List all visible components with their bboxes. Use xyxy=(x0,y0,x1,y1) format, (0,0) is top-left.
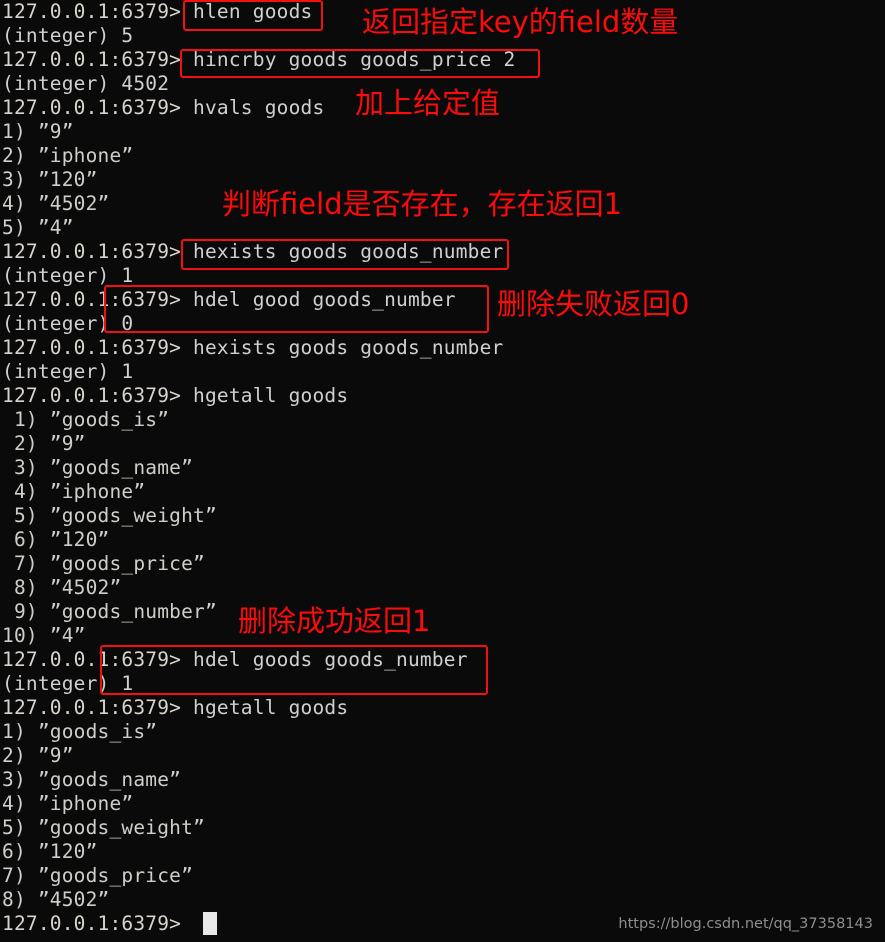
terminal-list-item: 2) ”9” xyxy=(2,744,74,768)
terminal-prompt: 127.0.0.1:6379> xyxy=(2,48,182,71)
terminal-command-text: hvals goods xyxy=(181,96,325,119)
terminal-list-item: 2) ”iphone” xyxy=(2,144,133,168)
list-item-text: 5) ”goods_weight” xyxy=(2,504,217,527)
response-text: (integer) 4502 xyxy=(2,72,170,95)
terminal-list-item: 4) ”iphone” xyxy=(2,480,145,504)
list-item-text: 10) ”4” xyxy=(2,624,86,647)
terminal-list-item: 6) ”120” xyxy=(2,840,98,864)
list-item-text: 4) ”iphone” xyxy=(2,792,134,815)
terminal-prompt: 127.0.0.1:6379> xyxy=(2,912,182,935)
terminal-response-line: (integer) 4502 xyxy=(2,72,169,96)
terminal-list-item: 8) ”4502” xyxy=(2,576,121,600)
terminal-list-item: 3) ”goods_name” xyxy=(2,768,181,792)
list-item-text: 7) ”goods_price” xyxy=(2,552,205,575)
terminal-prompt: 127.0.0.1:6379> xyxy=(2,696,182,719)
response-text: (integer) 1 xyxy=(2,672,134,695)
list-item-text: 7) ”goods_price” xyxy=(2,864,194,887)
list-item-text: 2) ”9” xyxy=(2,744,74,767)
terminal-list-item: 3) ”120” xyxy=(2,168,98,192)
response-text: (integer) 5 xyxy=(2,24,134,47)
hexists-note: 判断field是否存在，存在返回1 xyxy=(222,187,623,221)
response-text: (integer) 1 xyxy=(2,264,134,287)
list-item-text: 8) ”4502” xyxy=(2,888,110,911)
terminal-list-item: 5) ”goods_weight” xyxy=(2,816,205,840)
terminal-list-item: 3) ”goods_name” xyxy=(2,456,193,480)
terminal-command-line[interactable]: 127.0.0.1:6379> hgetall goods xyxy=(2,384,348,408)
terminal-response-line: (integer) 5 xyxy=(2,24,133,48)
terminal-list-item: 5) ”4” xyxy=(2,216,74,240)
terminal-command-line[interactable]: 127.0.0.1:6379> hexists goods goods_numb… xyxy=(2,240,504,264)
terminal-prompt: 127.0.0.1:6379> xyxy=(2,96,182,119)
terminal-command-line[interactable]: 127.0.0.1:6379> hgetall goods xyxy=(2,696,348,720)
terminal-prompt: 127.0.0.1:6379> xyxy=(2,0,182,23)
terminal-command-text: hdel goods goods_number xyxy=(181,648,468,671)
terminal-command-text: hincrby goods goods_price 2 xyxy=(181,48,516,71)
terminal-prompt: 127.0.0.1:6379> xyxy=(2,288,182,311)
terminal-list-item: 10) ”4” xyxy=(2,624,86,648)
list-item-text: 1) ”9” xyxy=(2,120,74,143)
list-item-text: 1) ”goods_is” xyxy=(2,408,170,431)
terminal-screenshot: 127.0.0.1:6379> hlen goods (integer) 5 127… xyxy=(0,0,885,942)
terminal-prompt: 127.0.0.1:6379> xyxy=(2,336,182,359)
terminal-list-item: 1) ”goods_is” xyxy=(2,408,169,432)
terminal-response-line: (integer) 1 xyxy=(2,672,133,696)
terminal-command-text: hexists goods goods_number xyxy=(181,336,504,359)
list-item-text: 3) ”goods_name” xyxy=(2,456,194,479)
list-item-text: 8) ”4502” xyxy=(2,576,122,599)
hincrby-note: 加上给定值 xyxy=(355,86,501,120)
terminal-list-item: 5) ”goods_weight” xyxy=(2,504,217,528)
terminal-command-text: hgetall goods xyxy=(181,384,349,407)
terminal-command-line[interactable]: 127.0.0.1:6379> xyxy=(2,912,181,936)
list-item-text: 5) ”goods_weight” xyxy=(2,816,205,839)
hdel-success-note: 删除成功返回1 xyxy=(238,604,431,638)
terminal-list-item: 4) ”iphone” xyxy=(2,792,133,816)
terminal-command-line[interactable]: 127.0.0.1:6379> hexists goods goods_numb… xyxy=(2,336,504,360)
terminal-list-item: 9) ”goods_number” xyxy=(2,600,217,624)
response-text: (integer) 0 xyxy=(2,312,134,335)
response-text: (integer) 1 xyxy=(2,360,134,383)
terminal-response-line: (integer) 0 xyxy=(2,312,133,336)
watermark-url: https://blog.csdn.net/qq_37358143 xyxy=(618,916,873,932)
terminal-list-item: 7) ”goods_price” xyxy=(2,552,205,576)
terminal-prompt: 127.0.0.1:6379> xyxy=(2,384,182,407)
terminal-command-text: hgetall goods xyxy=(181,696,349,719)
terminal-response-line: (integer) 1 xyxy=(2,264,133,288)
terminal-command-line[interactable]: 127.0.0.1:6379> hvals goods xyxy=(2,96,324,120)
list-item-text: 3) ”goods_name” xyxy=(2,768,182,791)
terminal-prompt: 127.0.0.1:6379> xyxy=(2,240,182,263)
terminal-command-line[interactable]: 127.0.0.1:6379> hincrby goods goods_pric… xyxy=(2,48,515,72)
terminal-prompt: 127.0.0.1:6379> xyxy=(2,648,182,671)
terminal-command-text: hexists goods goods_number xyxy=(181,240,504,263)
terminal-cursor xyxy=(203,912,217,935)
hdel-fail-note: 删除失败返回0 xyxy=(497,287,690,321)
list-item-text: 6) ”120” xyxy=(2,840,98,863)
terminal-list-item: 1) ”goods_is” xyxy=(2,720,157,744)
terminal-list-item: 6) ”120” xyxy=(2,528,109,552)
terminal-command-line[interactable]: 127.0.0.1:6379> hdel good goods_number xyxy=(2,288,456,312)
list-item-text: 9) ”goods_number” xyxy=(2,600,217,623)
list-item-text: 6) ”120” xyxy=(2,528,110,551)
terminal-command-text: hdel good goods_number xyxy=(181,288,456,311)
list-item-text: 1) ”goods_is” xyxy=(2,720,158,743)
list-item-text: 4) ”iphone” xyxy=(2,480,146,503)
terminal-list-item: 7) ”goods_price” xyxy=(2,864,193,888)
terminal-list-item: 2) ”9” xyxy=(2,432,86,456)
list-item-text: 5) ”4” xyxy=(2,216,74,239)
terminal-response-line: (integer) 1 xyxy=(2,360,133,384)
list-item-text: 4) ”4502” xyxy=(2,192,110,215)
hlen-note: 返回指定key的field数量 xyxy=(362,5,679,39)
terminal-list-item: 1) ”9” xyxy=(2,120,74,144)
terminal-command-line[interactable]: 127.0.0.1:6379> hdel goods goods_number xyxy=(2,648,468,672)
list-item-text: 2) ”9” xyxy=(2,432,86,455)
list-item-text: 2) ”iphone” xyxy=(2,144,134,167)
terminal-command-text: hlen goods xyxy=(181,0,313,23)
terminal-list-item: 8) ”4502” xyxy=(2,888,109,912)
terminal-list-item: 4) ”4502” xyxy=(2,192,109,216)
list-item-text: 3) ”120” xyxy=(2,168,98,191)
terminal-command-line[interactable]: 127.0.0.1:6379> hlen goods xyxy=(2,0,312,24)
